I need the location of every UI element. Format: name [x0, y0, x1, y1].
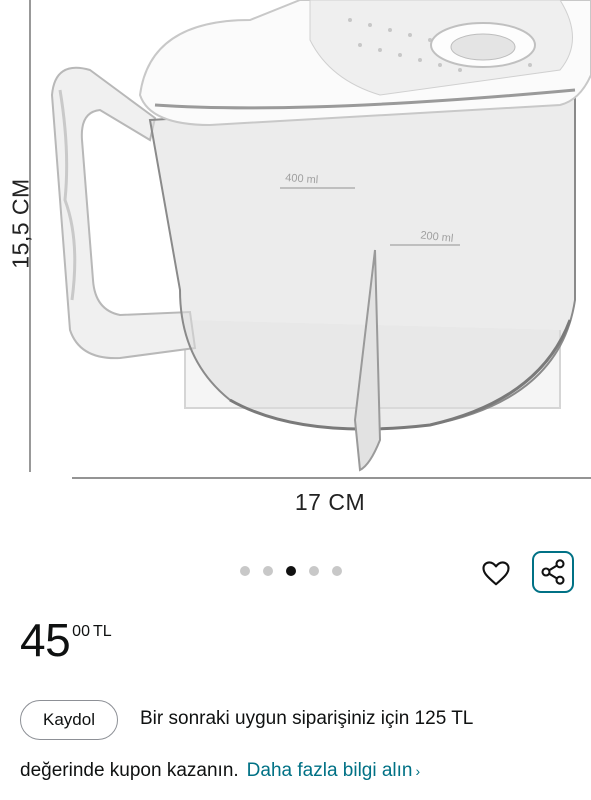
carousel-dot[interactable] — [309, 566, 319, 576]
marking-400: 400 ml — [285, 172, 319, 186]
price-whole: 45 — [20, 614, 71, 666]
price: 45 00 TL — [20, 612, 112, 668]
heart-icon[interactable] — [481, 558, 511, 588]
more-info-link-text[interactable]: Daha fazla bilgi alın — [247, 760, 413, 781]
carousel-dot[interactable] — [332, 566, 342, 576]
carousel-dot[interactable] — [286, 566, 296, 576]
carousel-dot[interactable] — [240, 566, 250, 576]
share-button[interactable] — [532, 551, 574, 593]
product-image[interactable]: 400 ml 200 ml 15,5 CM 17 CM — [0, 0, 591, 540]
carousel-dots[interactable] — [240, 566, 355, 576]
kaydol-button[interactable]: Kaydol — [20, 700, 118, 740]
width-dimension-label: 17 CM — [294, 489, 366, 515]
share-icon — [541, 559, 565, 585]
chevron-right-icon: › — [415, 763, 421, 779]
carousel-dot[interactable] — [263, 566, 273, 576]
coupon-text-line1: Bir sonraki uygun siparişiniz için 125 T… — [140, 708, 474, 729]
coupon-text-line2: değerinde kupon kazanın. Daha fazla bilgi… — [20, 760, 420, 782]
price-currency: TL — [92, 623, 112, 640]
coupon-text-line2-content: değerinde kupon kazanın. — [20, 760, 239, 781]
price-fraction: 00 — [72, 623, 90, 640]
product-illustration: 400 ml 200 ml — [29, 0, 591, 479]
height-dimension-label: 15,5 CM — [7, 178, 34, 269]
more-info-link[interactable]: Daha fazla bilgi alın › — [247, 760, 421, 781]
